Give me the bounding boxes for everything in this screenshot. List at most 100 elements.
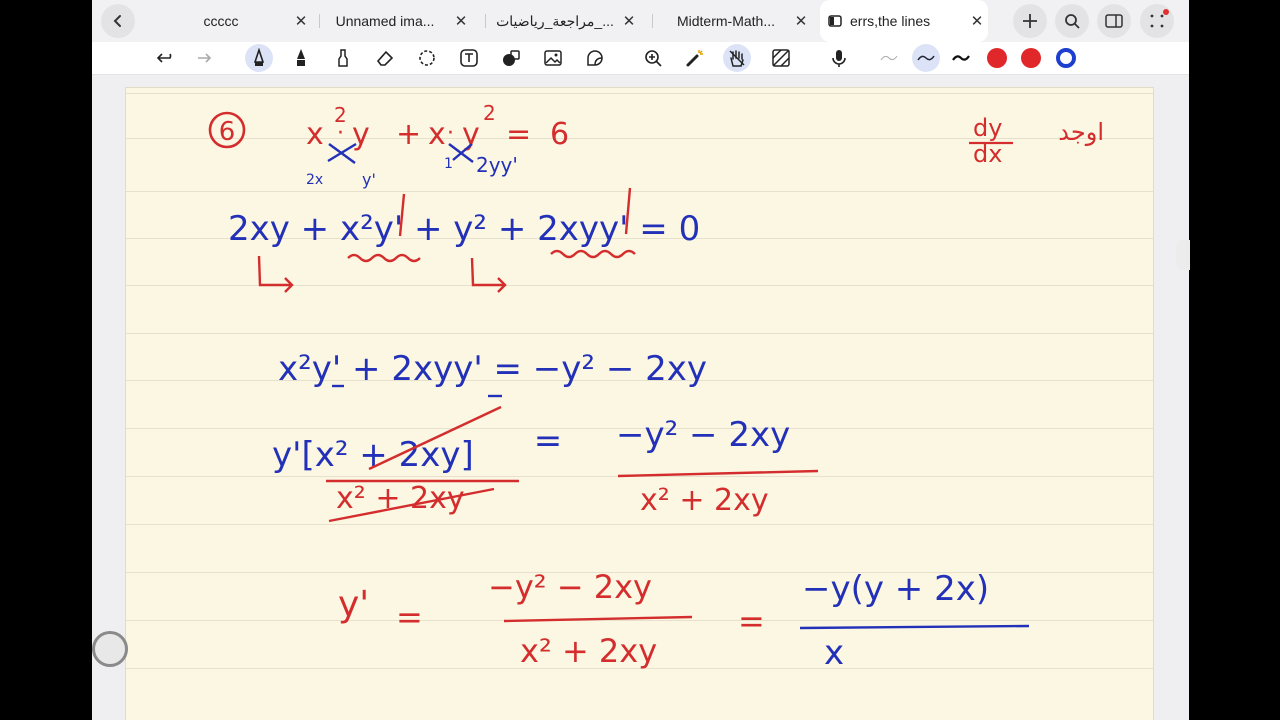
split-view-button[interactable] [1097,4,1131,38]
tab-midterm-math[interactable]: Midterm-Math... ✕ [662,4,812,38]
stroke-medium-option[interactable] [912,44,940,72]
highlighter-tool[interactable] [329,44,357,72]
redo-icon [198,53,212,63]
tab-errs-the-lines[interactable]: errs,the lines ✕ [820,0,988,42]
notification-dot [1163,9,1169,15]
step1-derivative: 2xy + x²y' + y² + 2xyy' = 0 [228,209,700,249]
tab-label: Midterm-Math... [676,13,775,29]
svg-text:·: · [447,121,454,146]
step3-right-denominator: x² + 2xy [640,483,769,518]
shapes-icon [503,50,520,66]
close-icon[interactable]: ✕ [966,12,988,30]
drawing-toolbar [92,42,1189,75]
eraser-tool[interactable] [371,44,399,72]
eraser-icon [376,50,394,66]
stroke-thick-option[interactable] [947,44,975,72]
sticker-tool[interactable] [581,44,609,72]
step3-numerator: −y² − 2xy [616,415,790,455]
close-icon[interactable]: ✕ [290,12,312,30]
grid-dots-icon [1150,14,1164,28]
svg-text:dy: dy [973,114,1002,142]
microphone-button[interactable] [825,44,853,72]
svg-text:1: 1 [444,156,453,172]
hand-icon [729,50,745,67]
close-icon[interactable]: ✕ [790,12,812,30]
svg-text:x² + 2xy: x² + 2xy [520,632,657,670]
laser-pointer-icon [686,50,703,67]
result-fraction: y' = −y² − 2xy x² + 2xy = [338,568,765,670]
sidebar-toggle-icon [1105,14,1123,28]
step3-left-denominator: x² + 2xy [336,481,465,516]
squiggle-medium-icon [917,55,935,61]
goal-derivative: dy dx اوجد [969,114,1104,168]
svg-text:y: y [352,117,370,152]
pen-tool[interactable] [245,44,273,72]
paper-template-tool[interactable] [767,44,795,72]
hand-read-only-tool[interactable] [723,44,751,72]
svg-text:+: + [396,117,421,152]
side-drawer-handle[interactable] [1176,240,1190,270]
new-tab-button[interactable] [1013,4,1047,38]
hatched-square-icon [772,49,790,67]
tab-bar: ccccc ✕ Unnamed ima... ✕ مراجعة_رياضيات_… [92,0,1189,42]
tab-label: Unnamed ima... [335,13,435,29]
svg-text:y': y' [338,584,369,625]
tab-ccccc[interactable]: ccccc ✕ [152,4,312,38]
color-swatch-red[interactable] [987,48,1007,68]
lasso-icon [419,50,435,66]
page-scroll-knob[interactable] [92,631,128,667]
shapes-tool[interactable] [497,44,525,72]
stroke-thin-option[interactable] [875,44,903,72]
svg-text:dx: dx [973,140,1002,168]
back-button[interactable] [101,4,135,38]
tab-label: ccccc [203,13,239,29]
notebook-page[interactable]: 6 x 2 · y + x · y 2 = 6 2x y' 1 2yy' dy … [125,87,1154,720]
svg-text:−y(y + 2x): −y(y + 2x) [802,569,989,609]
svg-text:=: = [738,602,765,640]
undo-button[interactable] [152,44,180,72]
step2-isolate: x²y' + 2xyy' = −y² − 2xy [278,349,707,389]
step3-factor: y'[x² + 2xy] [272,435,474,475]
tab-unnamed-image[interactable]: Unnamed ima... ✕ [320,4,472,38]
svg-text:x: x [306,117,324,152]
fountain-pen-icon [297,49,305,66]
svg-text:y: y [462,117,480,152]
svg-text:2x: 2x [306,172,323,188]
pen-icon [253,48,265,66]
tab-math-review[interactable]: مراجعة_رياضيات_... ✕ [492,4,640,38]
svg-text:=: = [396,598,423,636]
svg-text:6: 6 [219,117,236,147]
undo-icon [156,53,172,63]
note-app-window: ccccc ✕ Unnamed ima... ✕ مراجعة_رياضيات_… [92,0,1189,720]
equals-sign: = [534,421,563,461]
page-grid-button[interactable] [1140,4,1174,38]
problem-number-circle: 6 [208,111,246,149]
product-rule-labels: 2x y' 1 2yy' [306,153,518,189]
original-equation: x 2 · y + x · y 2 = 6 [306,101,569,152]
close-icon[interactable]: ✕ [450,12,472,30]
image-tool[interactable] [539,44,567,72]
color-swatch-red-2[interactable] [1021,48,1041,68]
tab-divider [485,14,486,28]
svg-text:·: · [337,121,344,146]
color-swatch-blue-selected[interactable] [1056,48,1076,68]
search-icon [1065,14,1080,29]
tab-label: errs,the lines [850,13,931,29]
magnifier-plus-icon [645,50,662,67]
lasso-tool[interactable] [413,44,441,72]
svg-text:x: x [824,633,844,673]
handwriting-layer: 6 x 2 · y + x · y 2 = 6 2x y' 1 2yy' dy … [208,101,1104,673]
svg-text:x: x [428,117,446,152]
svg-text:−y² − 2xy: −y² − 2xy [488,568,652,606]
text-tool[interactable] [455,44,483,72]
search-button[interactable] [1055,4,1089,38]
sticker-icon [587,50,603,66]
redo-button[interactable] [188,44,216,72]
image-icon [544,50,562,66]
plus-icon [1023,14,1037,28]
zoom-tool[interactable] [639,44,667,72]
close-icon[interactable]: ✕ [618,12,640,30]
laser-pointer-tool[interactable] [681,44,709,72]
fountain-pen-tool[interactable] [287,44,315,72]
sidebar-panel-icon [820,15,850,27]
